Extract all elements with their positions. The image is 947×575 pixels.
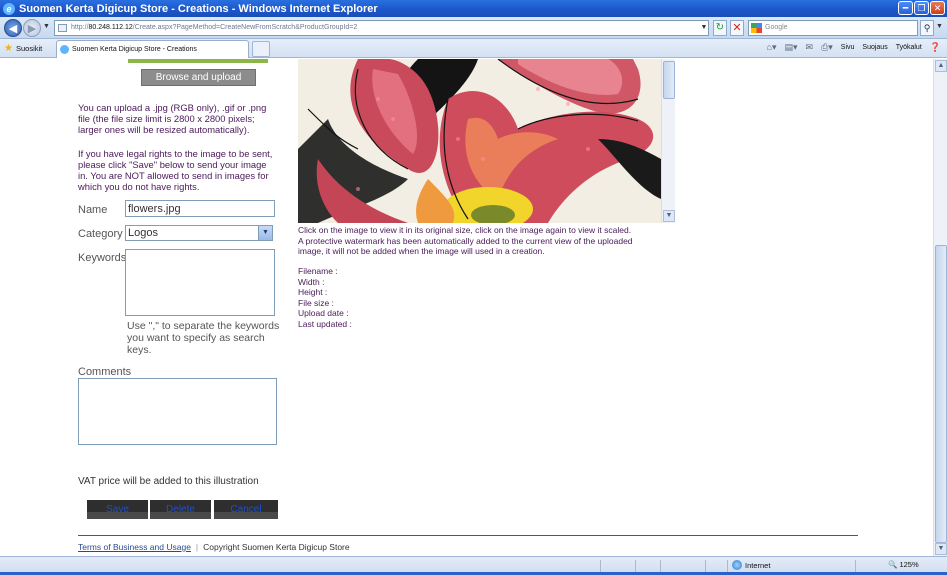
filename-label: Filename : [298,266,338,276]
stop-icon: ✕ [732,22,742,34]
page-content: Browse and upload You can upload a .jpg … [0,59,933,556]
zoom-icon: 🔍 [888,560,898,569]
copyright-text: Copyright Suomen Kerta Digicup Store [203,542,350,552]
globe-icon [732,560,742,570]
category-value: Logos [128,227,158,239]
arrow-right-icon: ▶ [27,22,37,35]
footer-separator: | [195,542,199,552]
page-scrollbar[interactable]: ▲ ▼ [933,59,947,556]
terms-link[interactable]: Terms of Business and Usage [78,542,191,552]
scroll-up-icon[interactable]: ▲ [935,60,947,72]
image-caption-line1: Click on the image to view it in its ori… [298,225,632,235]
window-title: Suomen Kerta Digicup Store - Creations -… [19,2,378,15]
lastupdated-label: Last updated : [298,318,352,329]
decorative-bar [128,59,268,63]
tab-current[interactable]: Suomen Kerta Digicup Store - Creations [56,40,249,58]
keywords-hint: Use "," to separate the keywords you wan… [127,320,280,356]
upload-info-text: You can upload a .jpg (RGB only), .gif o… [78,102,267,135]
zone-label: Internet [745,560,771,570]
chevron-down-icon[interactable]: ▼ [258,226,272,240]
address-bar: ◀ ▶ ▼ http://80.248.112.12/Create.aspx?P… [0,17,947,39]
search-button[interactable]: ⚲ [920,20,934,36]
back-button[interactable]: ◀ [4,19,22,37]
save-button[interactable]: Save [87,498,148,519]
browse-upload-button[interactable]: Browse and upload [141,69,256,86]
url-dropdown[interactable]: ▼ [698,21,710,35]
refresh-icon: ↻ [715,22,725,33]
url-path: /Create.aspx?PageMethod=CreateNewFromScr… [132,24,358,31]
tools-menu[interactable]: Työkalut [896,44,922,51]
home-icon[interactable]: ⌂▾ [767,42,777,53]
search-placeholder: Google [765,24,788,31]
favorites-label: Suosikit [15,44,43,53]
url-host: 80.248.112.12 [88,24,133,31]
keywords-label: Keywords [78,252,127,264]
page-scroll-thumb[interactable] [935,245,947,543]
favorites-bar: ★ Suosikit Suomen Kerta Digicup Store - … [0,39,947,58]
page-icon [58,24,67,32]
uploaded-image-preview[interactable] [298,59,661,223]
search-options-dropdown[interactable]: ▼ [936,23,943,30]
rights-info-text: If you have legal rights to the image to… [78,148,273,192]
flower-illustration [298,59,661,223]
zoom-level: 125% [899,560,919,569]
name-label: Name [78,204,108,216]
new-tab-button[interactable] [252,41,270,57]
image-scroll-down-icon[interactable]: ▼ [663,210,675,222]
refresh-button[interactable]: ↻ [713,20,727,36]
filesize-label: File size : [298,297,334,308]
search-input[interactable]: Google [748,20,918,36]
scroll-down-icon[interactable]: ▼ [935,543,947,555]
vat-note: VAT price will be added to this illustra… [78,476,259,487]
height-label: Height : [298,287,328,297]
window-controls: ━ ❐ ✕ [898,1,945,15]
url-input[interactable]: http://80.248.112.12/Create.aspx?PageMet… [54,20,709,36]
keywords-textarea[interactable] [125,249,275,316]
help-icon[interactable]: ❓ [930,42,941,53]
zoom-control[interactable]: 🔍 125% [888,560,919,569]
maximize-button[interactable]: ❐ [914,1,929,15]
category-label: Category [78,228,123,240]
category-select[interactable]: Logos ▼ [125,225,273,241]
forward-button[interactable]: ▶ [23,19,41,37]
ie-logo-icon: e [3,2,15,15]
delete-button[interactable]: Delete [150,498,211,519]
url-prefix: http:// [71,24,89,31]
image-scrollbar[interactable]: ▼ [661,59,675,223]
comments-label: Comments [78,366,132,378]
safety-menu[interactable]: Suojaus [862,44,887,51]
arrow-left-icon: ◀ [8,22,18,35]
comments-textarea[interactable] [78,378,277,445]
google-icon [751,23,762,33]
cancel-label: Cancel [230,504,262,515]
star-icon: ★ [4,43,13,54]
search-icon: ⚲ [923,23,931,33]
delete-label: Delete [166,504,195,515]
window-title-bar: e Suomen Kerta Digicup Store - Creations… [0,0,947,17]
image-caption-line2: A protective watermark has been automati… [298,235,633,257]
mail-icon[interactable]: ✉ [806,42,814,53]
feeds-icon[interactable]: ▤▾ [784,42,797,53]
uploaddate-label: Upload date : [298,308,349,318]
name-input[interactable] [125,200,275,217]
command-bar: ⌂▾ ▤▾ ✉ ⎙▾ Sivu Suojaus Työkalut ❓ [767,42,941,53]
print-icon[interactable]: ⎙▾ [821,42,833,53]
width-label: Width : [298,276,325,287]
image-scroll-thumb[interactable] [663,61,675,99]
close-button[interactable]: ✕ [930,1,945,15]
image-caption: Click on the image to view it in its ori… [298,225,643,257]
image-metadata: Filename : Width : Height : File size : … [298,266,352,329]
footer-divider [78,535,858,536]
page-menu[interactable]: Sivu [841,44,855,51]
ie-page-icon [60,45,69,54]
history-dropdown[interactable]: ▼ [43,23,50,30]
footer: Terms of Business and Usage | Copyright Su… [78,542,350,552]
minimize-button[interactable]: ━ [898,1,913,15]
stop-button[interactable]: ✕ [730,20,744,36]
save-label: Save [106,504,129,515]
cancel-button[interactable]: Cancel [214,498,278,519]
favorites-button[interactable]: ★ Suosikit [4,41,42,56]
tab-title: Suomen Kerta Digicup Store - Creations [72,46,197,53]
security-zone[interactable]: Internet [732,560,770,570]
